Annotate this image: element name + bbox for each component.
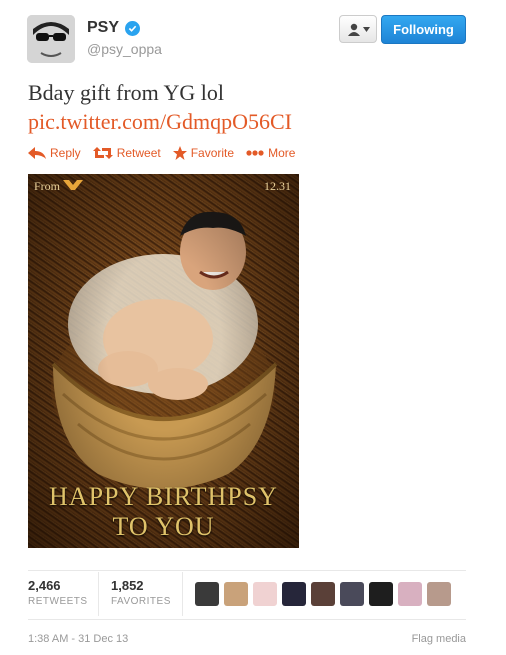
display-name[interactable]: PSY bbox=[87, 19, 119, 37]
favorites-count: 1,852 bbox=[111, 578, 144, 593]
favorites-label: FAVORITES bbox=[111, 596, 171, 607]
user-icon bbox=[347, 23, 360, 36]
retweets-stat[interactable]: 2,466 RETWEETS bbox=[28, 578, 88, 607]
favoriter-avatar[interactable] bbox=[224, 582, 248, 606]
favoriter-avatar[interactable] bbox=[253, 582, 277, 606]
favoriter-avatar[interactable] bbox=[195, 582, 219, 606]
favoriter-avatar[interactable] bbox=[398, 582, 422, 606]
retweets-label: RETWEETS bbox=[28, 596, 88, 607]
stats-top-divider bbox=[28, 570, 466, 571]
yg-logo-icon bbox=[63, 180, 84, 190]
tweet-timestamp[interactable]: 1:38 AM - 31 Dec 13 bbox=[28, 633, 128, 645]
favorite-label: Favorite bbox=[190, 146, 235, 160]
media-date: 12.31 bbox=[264, 179, 291, 193]
retweets-count: 2,466 bbox=[28, 578, 61, 593]
media-from-label: From bbox=[34, 179, 84, 194]
flag-media-link[interactable]: Flag media bbox=[412, 633, 466, 645]
avatar-image bbox=[27, 15, 75, 63]
favoriter-avatar[interactable] bbox=[311, 582, 335, 606]
more-dots-icon bbox=[246, 150, 264, 156]
reply-label: Reply bbox=[50, 146, 81, 160]
retweet-icon bbox=[92, 147, 113, 159]
tweet-text: Bday gift from YG lol bbox=[28, 80, 224, 105]
profile-avatar[interactable] bbox=[27, 15, 75, 63]
chevron-down-icon bbox=[362, 26, 370, 32]
verified-badge-icon bbox=[125, 20, 141, 36]
retweet-action[interactable]: Retweet bbox=[92, 146, 161, 160]
favorite-action[interactable]: Favorite bbox=[172, 146, 235, 160]
user-handle[interactable]: @psy_oppa bbox=[87, 41, 162, 57]
tweet-media-link[interactable]: pic.twitter.com/GdmqpO56CI bbox=[28, 108, 292, 136]
favoriter-avatar[interactable] bbox=[369, 582, 393, 606]
tweet-media-image[interactable]: From 12.31 HAPPY BIRTHPSY TO YOU bbox=[28, 174, 299, 548]
media-caption-line2: TO YOU bbox=[112, 512, 215, 541]
media-caption-line1: HAPPY BIRTHPSY bbox=[49, 482, 278, 511]
star-icon bbox=[172, 146, 187, 160]
favoriter-avatar[interactable] bbox=[282, 582, 306, 606]
favoriter-avatar[interactable] bbox=[427, 582, 451, 606]
stats-bottom-divider bbox=[28, 619, 466, 620]
more-action[interactable]: More bbox=[246, 146, 295, 160]
favorites-stat[interactable]: 1,852 FAVORITES bbox=[111, 578, 171, 607]
tweet-actions: Reply Retweet Favorite More bbox=[28, 146, 295, 160]
stat-separator bbox=[182, 572, 183, 616]
user-actions-button[interactable] bbox=[339, 15, 377, 43]
favoriter-avatar[interactable] bbox=[340, 582, 364, 606]
reply-icon bbox=[28, 147, 46, 159]
following-button[interactable]: Following bbox=[381, 15, 466, 44]
stat-separator bbox=[98, 572, 99, 616]
favoriters-avatar-list bbox=[195, 582, 451, 606]
more-label: More bbox=[268, 146, 296, 160]
reply-action[interactable]: Reply bbox=[28, 146, 81, 160]
retweet-label: Retweet bbox=[116, 146, 161, 160]
